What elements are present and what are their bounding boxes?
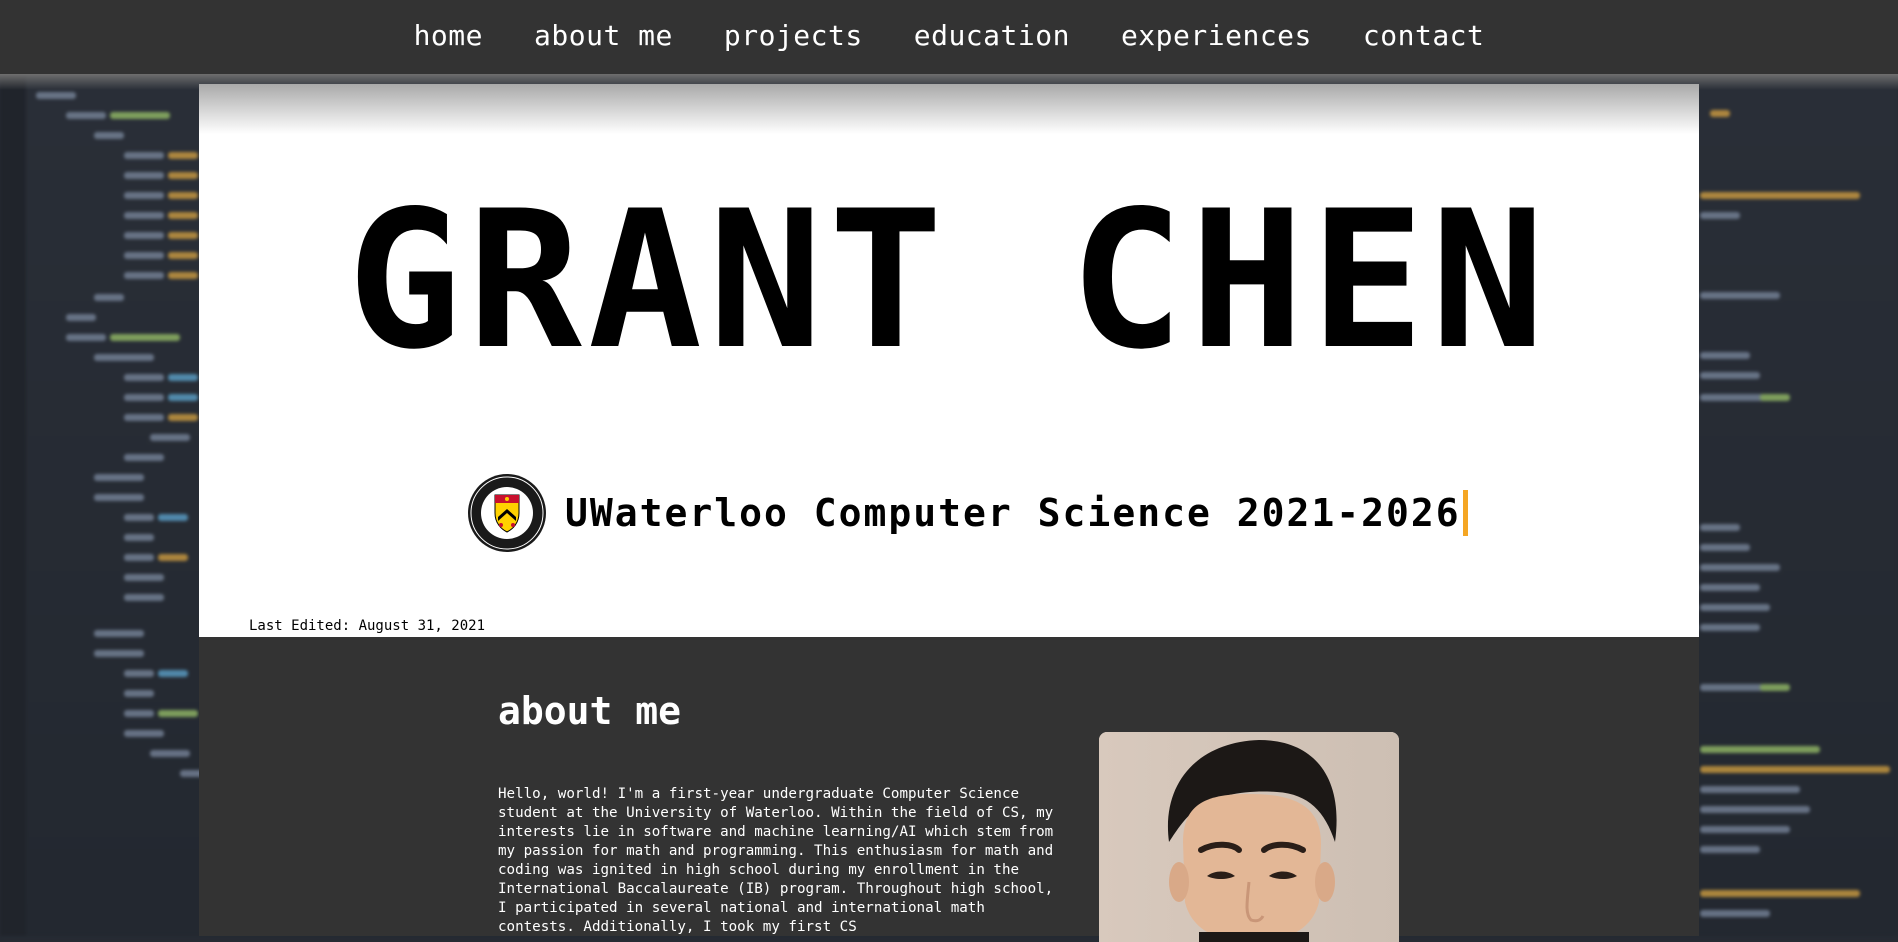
profile-photo-drawing (1099, 732, 1399, 942)
hero-name: GRANT CHEN (347, 170, 1551, 391)
nav-link-home[interactable]: home (414, 19, 483, 56)
nav-link-experiences[interactable]: experiences (1121, 19, 1312, 56)
about-section: about me Hello, world! I'm a first-year … (199, 637, 1699, 942)
nav-link-projects[interactable]: projects (724, 19, 863, 56)
university-of-waterloo-crest-icon (468, 474, 546, 552)
nav-link-contact[interactable]: contact (1363, 19, 1485, 56)
last-edited-label: Last Edited: August 31, 2021 (249, 618, 486, 634)
nav-link-education[interactable]: education (914, 19, 1070, 56)
nav-link-about-me[interactable]: about me (534, 19, 673, 56)
top-navigation: home about me projects education experie… (0, 0, 1898, 74)
profile-photo (1099, 732, 1399, 942)
hero-top-fade (199, 84, 1699, 134)
about-title: about me (498, 689, 682, 733)
hero-subtitle-row: UWaterloo Computer Science 2021-2026 (467, 471, 1468, 555)
main-content: GRANT CHEN UWaterloo Computer Science 20… (199, 84, 1699, 942)
hero-subtitle: UWaterloo Computer Science 2021-2026 (565, 491, 1461, 535)
hero-section: GRANT CHEN UWaterloo Computer Science 20… (199, 84, 1699, 637)
about-text: Hello, world! I'm a first-year undergrad… (498, 786, 1054, 935)
typing-cursor (1462, 490, 1468, 536)
